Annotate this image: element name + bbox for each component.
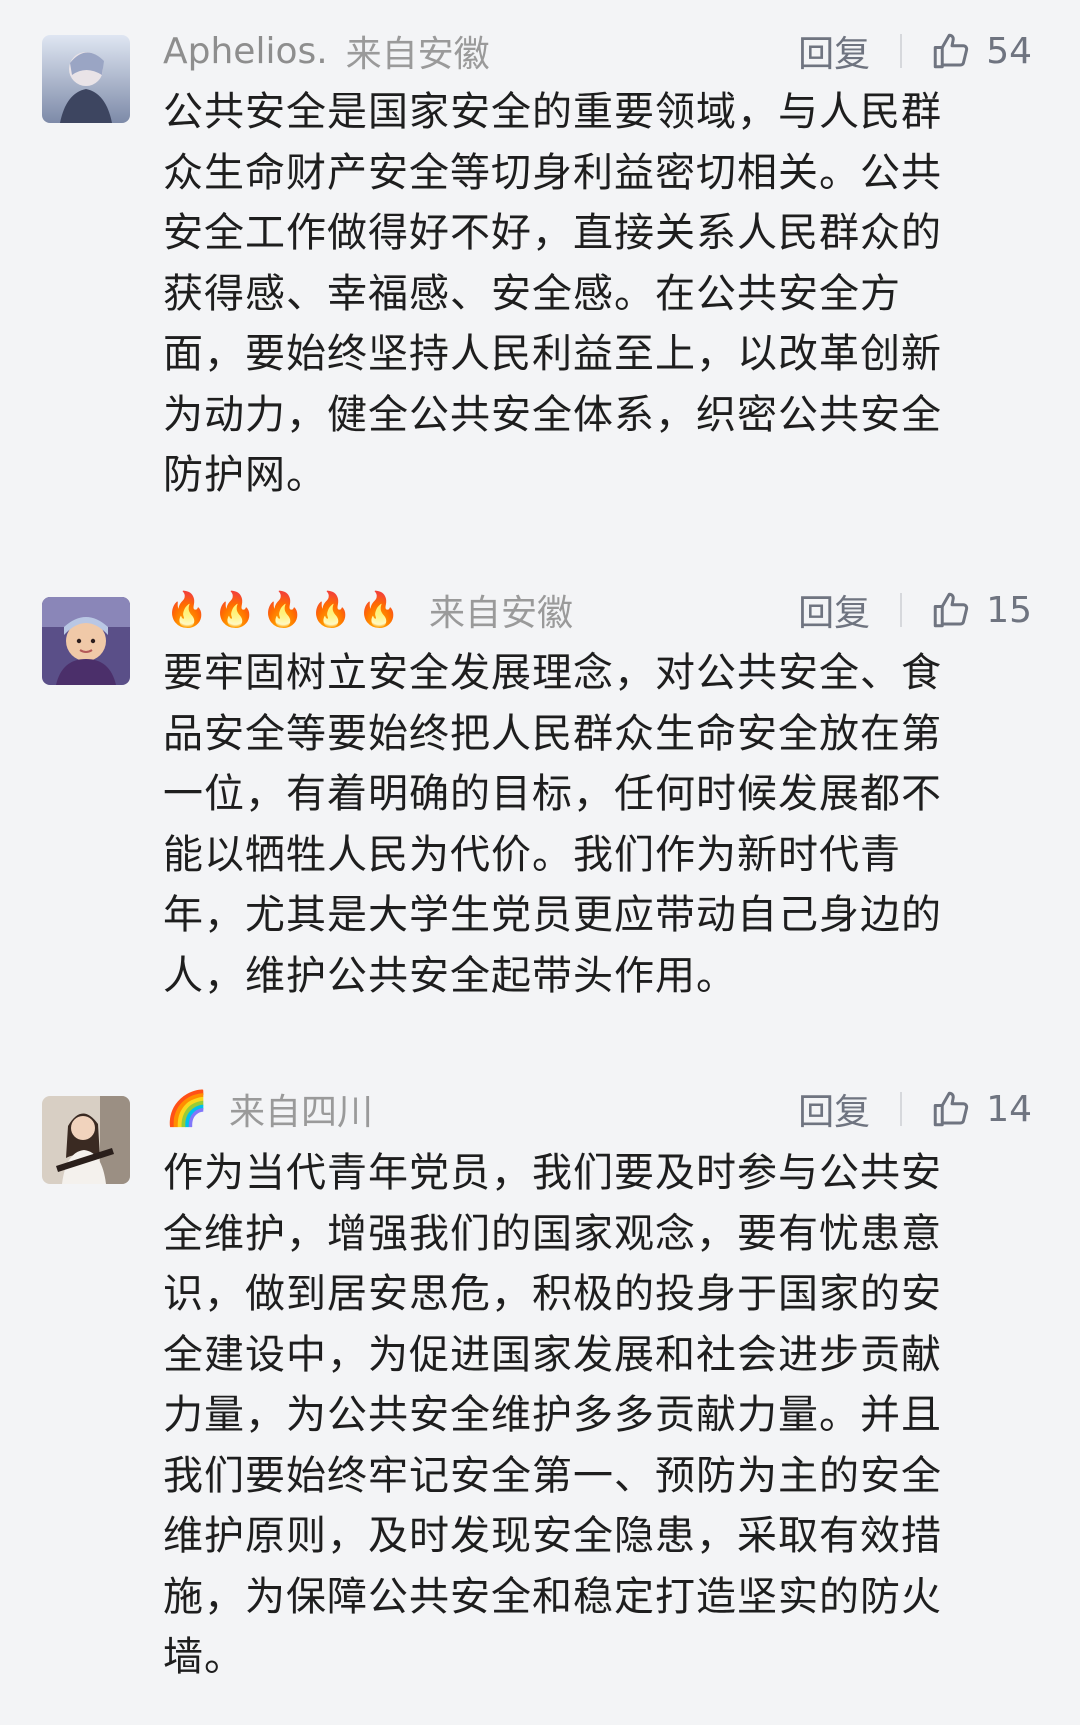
comment-text: 作为当代青年党员，我们要及时参与公共安 全维护，增强我们的国家观念，要有忧患意 …: [163, 1143, 1023, 1688]
comment-line: 力量，为公共安全维护多多贡献力量。并且: [163, 1392, 942, 1438]
comment-line: 作为当代青年党员，我们要及时参与公共安: [163, 1150, 942, 1196]
thumbs-up-icon: [933, 592, 969, 628]
like-button[interactable]: 14: [930, 1088, 1032, 1130]
comment-line: 全维护，增强我们的国家观念，要有忧患意: [163, 1210, 942, 1257]
comment-line: 公共安全是国家安全的重要领域，与人民群: [163, 89, 942, 135]
comment-actions: 回复 54: [798, 23, 1032, 79]
comment-line: 识，做到居安思危，积极的投身于国家的安: [163, 1271, 942, 1317]
comment-line: 我们要始终牢记安全第一、预防为主的安全: [163, 1452, 942, 1499]
fire-icon: 🔥: [261, 590, 305, 630]
fire-icon: 🔥: [165, 590, 209, 630]
avatar[interactable]: [42, 35, 130, 123]
comment-line: 为动力，健全公共安全体系，织密公共安全: [163, 391, 942, 438]
location-label: 来自安徽: [429, 593, 574, 634]
like-button[interactable]: 54: [930, 30, 1032, 72]
comment-meta: Aphelios. 来自安徽: [163, 23, 490, 79]
comment-line: 全建设中，为促进国家发展和社会进步贡献: [163, 1331, 942, 1378]
reply-button[interactable]: 回复: [798, 584, 870, 636]
comment-meta: 🔥 🔥 🔥 🔥 🔥 来自安徽: [163, 582, 573, 638]
like-count: 14: [986, 1088, 1032, 1130]
comment-line: 品安全等要始终把人民群众生命安全放在第: [163, 710, 942, 757]
comment-line: 众生命财产安全等切身利益密切相关。公共: [163, 149, 942, 196]
divider: [900, 34, 903, 68]
comment-line: 维护原则，及时发现安全隐患，采取有效措: [163, 1513, 942, 1559]
reply-button[interactable]: 回复: [798, 1083, 870, 1135]
comment-line: 墙。: [163, 1634, 245, 1680]
comment-line: 安全工作做得好不好，直接关系人民群众的: [163, 210, 942, 256]
username-emoji[interactable]: 🔥 🔥 🔥 🔥 🔥: [163, 590, 403, 630]
comment-line: 人，维护公共安全起带头作用。: [163, 952, 737, 999]
divider: [900, 593, 903, 627]
location-label: 来自安徽: [345, 34, 490, 75]
rainbow-icon: 🌈: [165, 1089, 209, 1129]
reply-button[interactable]: 回复: [798, 25, 870, 77]
comment-text: 要牢固树立安全发展理念，对公共安全、食 品安全等要始终把人民群众生命安全放在第 …: [163, 643, 1023, 1006]
comment-actions: 回复 15: [798, 582, 1032, 638]
comment-actions: 回复 14: [798, 1081, 1032, 1137]
comment-line: 面，要始终坚持人民利益至上，以改革创新: [163, 331, 942, 377]
comment-meta: 🌈 来自四川: [163, 1081, 373, 1137]
location-label: 来自四川: [229, 1092, 374, 1133]
fire-icon: 🔥: [357, 590, 401, 630]
like-count: 54: [986, 30, 1032, 72]
comment-line: 一位，有着明确的目标，任何时候发展都不: [163, 771, 942, 817]
avatar[interactable]: [42, 1096, 130, 1184]
like-button[interactable]: 15: [930, 589, 1032, 631]
comment-line: 能以牺牲人民为代价。我们作为新时代青: [163, 831, 901, 878]
username[interactable]: Aphelios.: [163, 31, 328, 72]
like-count: 15: [986, 589, 1032, 631]
divider: [900, 1092, 903, 1126]
avatar[interactable]: [42, 597, 130, 685]
username-emoji[interactable]: 🌈: [163, 1089, 211, 1129]
comment-text: 公共安全是国家安全的重要领域，与人民群 众生命财产安全等切身利益密切相关。公共 …: [163, 82, 1023, 506]
fire-icon: 🔥: [213, 590, 257, 630]
fire-icon: 🔥: [309, 590, 353, 630]
comment-line: 获得感、幸福感、安全感。在公共安全方: [163, 270, 901, 317]
thumbs-up-icon: [933, 1091, 969, 1127]
comment-line: 年，尤其是大学生党员更应带动自己身边的: [163, 892, 942, 938]
comment-line: 防护网。: [163, 452, 327, 498]
comment-line: 要牢固树立安全发展理念，对公共安全、食: [163, 650, 942, 696]
comment-line: 施，为保障公共安全和稳定打造坚实的防火: [163, 1573, 942, 1620]
thumbs-up-icon: [933, 33, 969, 69]
